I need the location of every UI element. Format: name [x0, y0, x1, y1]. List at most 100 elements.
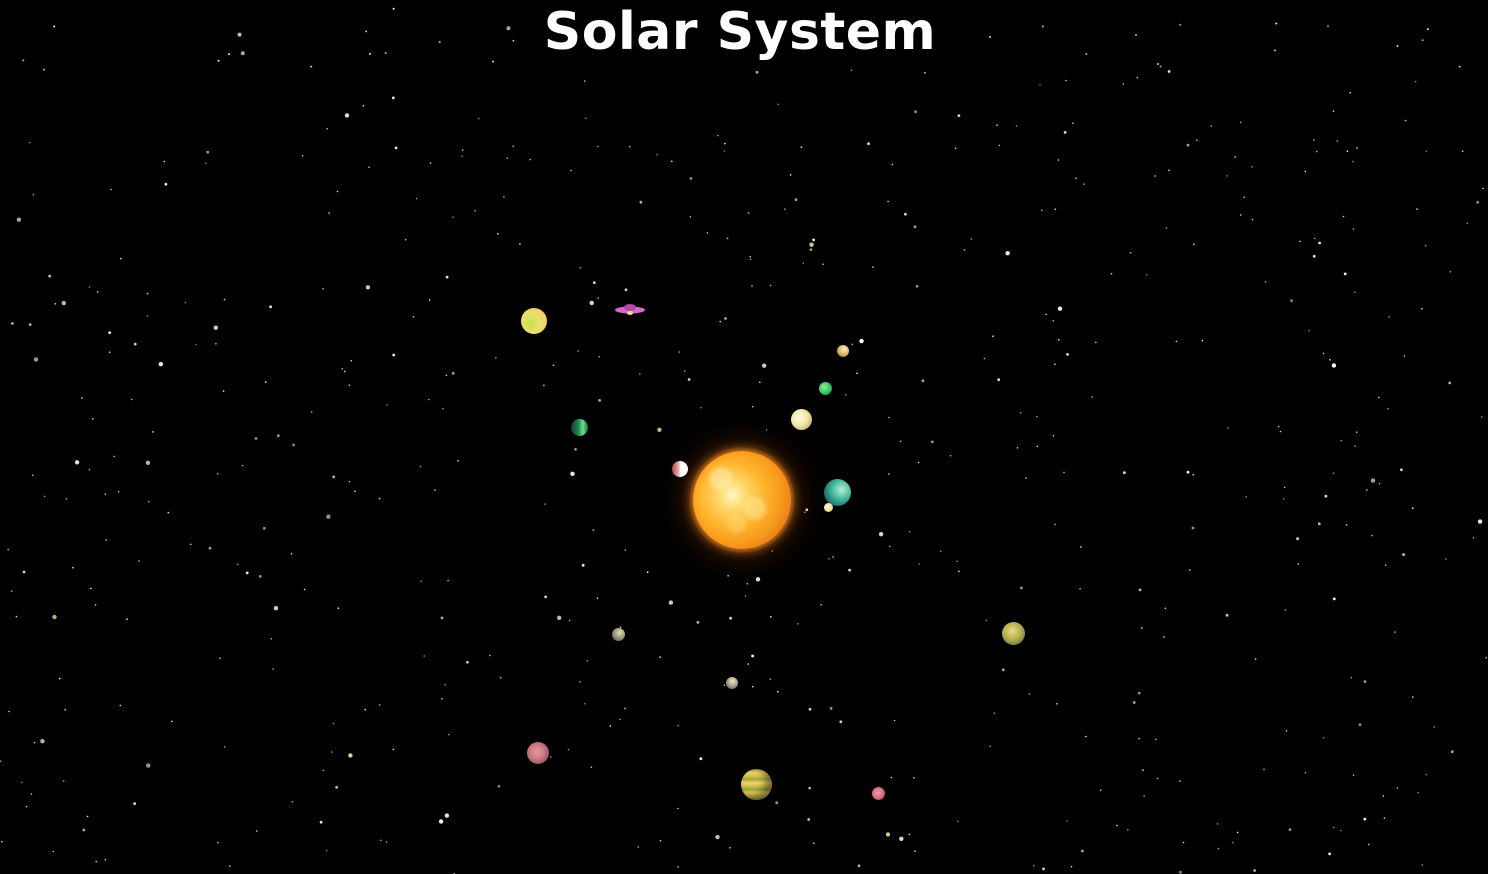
star	[11, 322, 14, 325]
star	[32, 193, 35, 196]
star	[1322, 737, 1325, 739]
star	[0, 760, 2, 762]
star	[72, 566, 74, 569]
star	[963, 249, 966, 251]
star	[404, 238, 407, 241]
star	[171, 720, 173, 723]
star	[1477, 519, 1483, 524]
star	[769, 678, 772, 680]
star	[908, 530, 911, 533]
star	[1001, 668, 1005, 672]
star	[805, 508, 809, 512]
star	[10, 590, 13, 592]
star	[797, 623, 799, 625]
star	[206, 150, 210, 154]
star	[82, 828, 86, 832]
star	[52, 850, 55, 853]
star	[512, 145, 514, 147]
star	[1304, 771, 1307, 774]
star	[332, 475, 336, 479]
star	[444, 684, 446, 686]
star	[1196, 139, 1198, 141]
star	[574, 448, 577, 451]
star	[668, 600, 674, 605]
star	[245, 571, 249, 575]
star	[1382, 795, 1385, 797]
star	[1346, 150, 1349, 153]
star	[1284, 609, 1287, 611]
star	[42, 68, 45, 71]
star	[461, 155, 463, 157]
star	[592, 529, 594, 531]
star	[957, 114, 961, 117]
star	[1091, 396, 1094, 398]
star	[301, 154, 304, 157]
star	[1354, 445, 1356, 447]
star	[1164, 607, 1167, 610]
star	[807, 818, 811, 821]
star	[108, 351, 111, 354]
star	[828, 557, 830, 560]
star	[1080, 546, 1082, 548]
star	[1, 840, 3, 843]
star	[1466, 222, 1469, 225]
star	[949, 454, 952, 457]
star	[348, 384, 351, 387]
star	[1217, 847, 1220, 850]
star	[1448, 381, 1452, 385]
planet-dark-green	[571, 419, 588, 436]
star	[715, 834, 720, 840]
star	[254, 437, 258, 440]
star	[590, 766, 593, 768]
star	[1458, 65, 1461, 68]
star	[1081, 849, 1084, 853]
star	[1058, 338, 1060, 341]
star	[22, 570, 26, 574]
star	[420, 580, 423, 583]
star	[550, 756, 552, 758]
star	[1378, 396, 1380, 399]
star	[428, 398, 430, 401]
star	[717, 134, 719, 137]
star	[1425, 773, 1427, 776]
star	[1285, 730, 1288, 732]
star	[145, 460, 151, 465]
star	[1354, 291, 1356, 294]
star	[958, 570, 960, 573]
star	[1449, 271, 1452, 273]
star	[1356, 147, 1358, 149]
star	[859, 338, 864, 344]
star	[445, 374, 448, 377]
star	[474, 209, 477, 212]
star	[451, 371, 455, 375]
star	[148, 500, 150, 503]
star	[997, 378, 1001, 382]
star	[1193, 243, 1195, 246]
star	[40, 739, 45, 744]
star	[391, 96, 395, 100]
star	[322, 287, 324, 290]
star	[273, 606, 279, 611]
star	[1485, 656, 1487, 659]
star	[1099, 789, 1102, 792]
starfield	[0, 7, 1487, 874]
star	[1332, 110, 1335, 112]
star	[1036, 415, 1038, 418]
star	[646, 571, 649, 573]
star	[96, 291, 99, 293]
star	[1355, 431, 1358, 434]
star	[845, 394, 847, 396]
star	[58, 677, 61, 680]
star	[996, 124, 998, 126]
star	[1019, 412, 1022, 414]
star	[95, 860, 97, 863]
star	[138, 560, 140, 562]
star	[81, 397, 83, 399]
star	[385, 841, 388, 843]
star	[1279, 430, 1282, 433]
star	[126, 618, 128, 620]
star	[803, 511, 806, 514]
star	[1396, 787, 1399, 789]
star	[205, 162, 207, 165]
star	[678, 351, 681, 353]
